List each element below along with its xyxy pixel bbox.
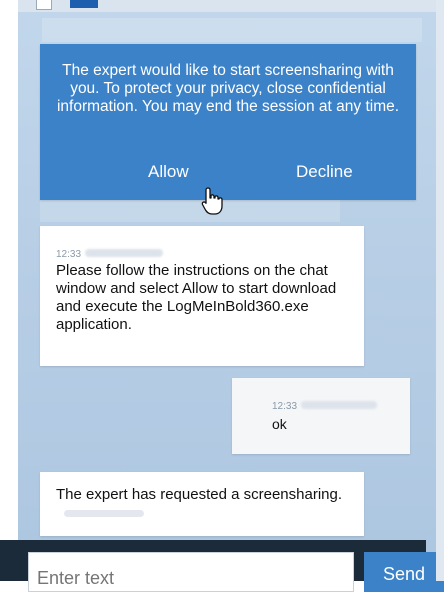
- message-time: 12:33: [56, 249, 82, 260]
- expert-message: 12:33 Please follow the instructions on …: [40, 226, 364, 366]
- background-bubble: [40, 200, 340, 222]
- logo: [70, 0, 98, 8]
- checkbox[interactable]: [36, 0, 52, 10]
- send-button[interactable]: Send: [364, 552, 444, 592]
- background-bubble: [42, 18, 422, 42]
- left-gutter: [0, 0, 18, 581]
- hand-pointer-icon: [201, 187, 223, 215]
- redacted-sender: [301, 400, 378, 409]
- scrollbar[interactable]: [436, 0, 444, 581]
- allow-button[interactable]: Allow: [148, 162, 189, 182]
- message-text: The expert has requested a screensharing…: [56, 486, 352, 522]
- message-input[interactable]: [28, 552, 354, 592]
- screenshare-permission-dialog: The expert would like to start screensha…: [40, 44, 416, 200]
- system-message: The expert has requested a screensharing…: [40, 472, 364, 536]
- message-text: Please follow the instructions on the ch…: [56, 262, 337, 333]
- message-text-content: The expert has requested a screensharing…: [56, 486, 343, 503]
- decline-button[interactable]: Decline: [296, 162, 353, 182]
- top-bar: [18, 0, 444, 12]
- redacted-text: [64, 509, 144, 517]
- user-message: 12:33 ok: [232, 378, 410, 454]
- message-time: 12:33: [272, 401, 298, 412]
- redacted-sender: [85, 248, 164, 257]
- dialog-message: The expert would like to start screensha…: [56, 62, 400, 115]
- message-text: ok: [272, 416, 287, 432]
